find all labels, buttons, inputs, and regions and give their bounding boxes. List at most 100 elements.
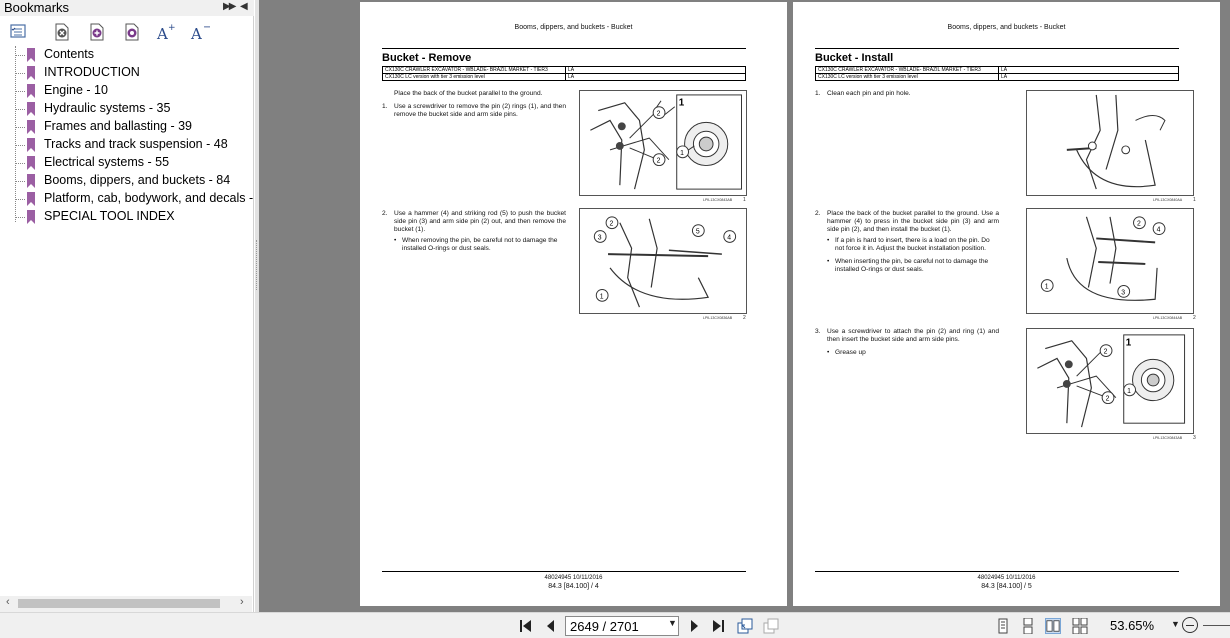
svg-text:1: 1 <box>679 98 685 109</box>
bookmark-item[interactable]: INTRODUCTION <box>0 64 252 82</box>
bullet-text: Grease up <box>835 349 866 356</box>
delete-bookmark-icon[interactable] <box>52 22 72 42</box>
footer-rule <box>815 571 1179 572</box>
find-bookmark-icon[interactable] <box>122 22 142 42</box>
pdf-viewer-window: Bookmarks ▶▶ ◀ A + A − Contents INTRODUC… <box>0 0 1230 638</box>
bookmark-item[interactable]: Contents <box>0 46 252 64</box>
bookmark-label: Booms, dippers, and buckets - 84 <box>44 173 231 187</box>
svg-text:1: 1 <box>1045 283 1049 290</box>
page-left: Booms, dippers, and buckets - Bucket Buc… <box>360 2 787 606</box>
bookmark-item[interactable]: Frames and ballasting - 39 <box>0 118 252 136</box>
table-cell: LA <box>565 73 746 81</box>
bookmark-label: Frames and ballasting - 39 <box>44 119 192 133</box>
new-bookmark-icon[interactable] <box>87 22 107 42</box>
bookmark-icon <box>27 120 35 134</box>
bookmark-label: Hydraulic systems - 35 <box>44 101 171 115</box>
next-view-icon[interactable] <box>762 617 780 635</box>
document-view[interactable]: Booms, dippers, and buckets - Bucket Buc… <box>259 0 1230 612</box>
scroll-right-icon[interactable]: › <box>240 596 244 608</box>
page-right: Booms, dippers, and buckets - Bucket Buc… <box>793 2 1220 606</box>
table-row: CX130C LC version with tier 3 emission l… <box>815 73 1179 81</box>
tree-connector <box>15 199 25 200</box>
last-page-icon[interactable] <box>709 617 727 635</box>
figure-attach-pin-ring: 1 2 2 1 <box>1026 328 1194 434</box>
bookmark-item[interactable]: Platform, cab, bodywork, and decals - <box>0 190 253 208</box>
bookmarks-horizontal-scrollbar[interactable]: ‹ › <box>0 596 252 612</box>
bullet-text: When inserting the pin, be careful not t… <box>835 258 989 273</box>
table-cell: CX130C LC version with tier 3 emission l… <box>815 73 999 81</box>
bookmarks-header: Bookmarks ▶▶ ◀ <box>0 0 254 16</box>
svg-text:1: 1 <box>680 150 684 157</box>
svg-text:2: 2 <box>1137 221 1141 228</box>
figure-caption: LPIL13CX0836AB <box>703 316 733 320</box>
step-text: Place the back of the bucket parallel to… <box>827 210 999 233</box>
scroll-thumb[interactable] <box>18 599 220 608</box>
zoom-slider[interactable] <box>1203 625 1230 626</box>
bookmarks-panel: Bookmarks ▶▶ ◀ A + A − Contents INTRODUC… <box>0 0 254 612</box>
decrease-text-size-icon[interactable]: A − <box>190 22 210 42</box>
title-rule <box>815 48 1179 49</box>
svg-text:1: 1 <box>600 293 604 300</box>
figure-number: 2 <box>1193 315 1196 321</box>
bookmark-item[interactable]: Hydraulic systems - 35 <box>0 100 252 118</box>
svg-text:−: − <box>203 22 210 33</box>
svg-text:A: A <box>190 25 202 42</box>
continuous-view-icon[interactable] <box>1020 618 1036 634</box>
bookmark-icon <box>27 210 35 224</box>
bookmark-options-icon[interactable] <box>9 22 29 42</box>
table-cell: CX130C CRAWLER EXCAVATOR - WBLADE- BRAZI… <box>815 66 999 74</box>
zoom-level[interactable]: 53.65% <box>1110 618 1154 633</box>
page-title: Bucket - Remove <box>382 52 472 64</box>
scroll-left-icon[interactable]: ‹ <box>6 596 10 608</box>
bookmark-icon <box>27 48 35 62</box>
svg-text:2: 2 <box>657 158 661 165</box>
increase-text-size-icon[interactable]: A + <box>156 22 176 42</box>
chevron-down-icon[interactable]: ▼ <box>668 618 677 628</box>
bookmark-label: SPECIAL TOOL INDEX <box>44 209 175 223</box>
chevron-down-icon[interactable]: ▼ <box>1171 619 1180 629</box>
tree-connector <box>15 163 25 164</box>
bookmark-item[interactable]: Engine - 10 <box>0 82 252 100</box>
collapse-panel-icon[interactable]: ▶▶ <box>223 1 236 12</box>
facing-view-icon[interactable] <box>1045 618 1061 634</box>
svg-text:3: 3 <box>598 234 602 241</box>
single-page-view-icon[interactable] <box>995 618 1011 634</box>
table-row: CX130C LC version with tier 3 emission l… <box>382 73 746 81</box>
bookmark-item[interactable]: Tracks and track suspension - 48 <box>0 136 252 154</box>
page-number-input[interactable]: 2649 / 2701 <box>570 619 639 634</box>
zoom-out-icon[interactable] <box>1182 617 1198 633</box>
tree-connector <box>15 55 25 56</box>
step-number: 2. <box>815 210 821 217</box>
previous-page-icon[interactable] <box>542 617 560 635</box>
bookmark-item[interactable]: Electrical systems - 55 <box>0 154 252 172</box>
page-number-field[interactable]: 2649 / 2701 ▼ <box>565 616 679 636</box>
tree-connector <box>15 217 25 218</box>
tree-connector <box>15 127 25 128</box>
figure-caption: LPIL13CX0843AB <box>1153 436 1183 440</box>
figure-clean-pins <box>1026 90 1194 196</box>
bookmark-item[interactable]: SPECIAL TOOL INDEX <box>0 208 252 226</box>
splitter-grip[interactable] <box>256 240 258 290</box>
footer-page-ref: 84.3 [84.100] / 4 <box>548 583 599 590</box>
table-cell: CX130C LC version with tier 3 emission l… <box>382 73 566 81</box>
model-table: CX130C CRAWLER EXCAVATOR - WBLADE- BRAZI… <box>382 66 746 81</box>
svg-text:+: + <box>168 23 176 33</box>
svg-text:4: 4 <box>727 234 731 241</box>
next-page-icon[interactable] <box>685 617 703 635</box>
bookmark-item[interactable]: Booms, dippers, and buckets - 84 <box>0 172 252 190</box>
svg-text:3: 3 <box>1121 289 1125 296</box>
bookmarks-toolbar: A + A − <box>0 22 254 44</box>
footer-doc-id: 48024945 10/11/2016 <box>977 575 1036 581</box>
figure-number: 1 <box>1193 197 1196 203</box>
footer-doc-id: 48024945 10/11/2016 <box>544 575 603 581</box>
table-cell: CX130C CRAWLER EXCAVATOR - WBLADE- BRAZI… <box>382 66 566 74</box>
step-number: 1. <box>382 103 388 110</box>
continuous-facing-view-icon[interactable] <box>1072 618 1088 634</box>
step-number: 3. <box>815 328 821 335</box>
previous-view-icon[interactable] <box>736 617 754 635</box>
figure-remove-rings: 1 2 2 1 <box>579 90 747 196</box>
close-panel-icon[interactable]: ◀ <box>240 1 248 12</box>
bookmark-label: Contents <box>44 47 95 61</box>
first-page-icon[interactable] <box>517 617 535 635</box>
title-rule <box>382 48 746 49</box>
